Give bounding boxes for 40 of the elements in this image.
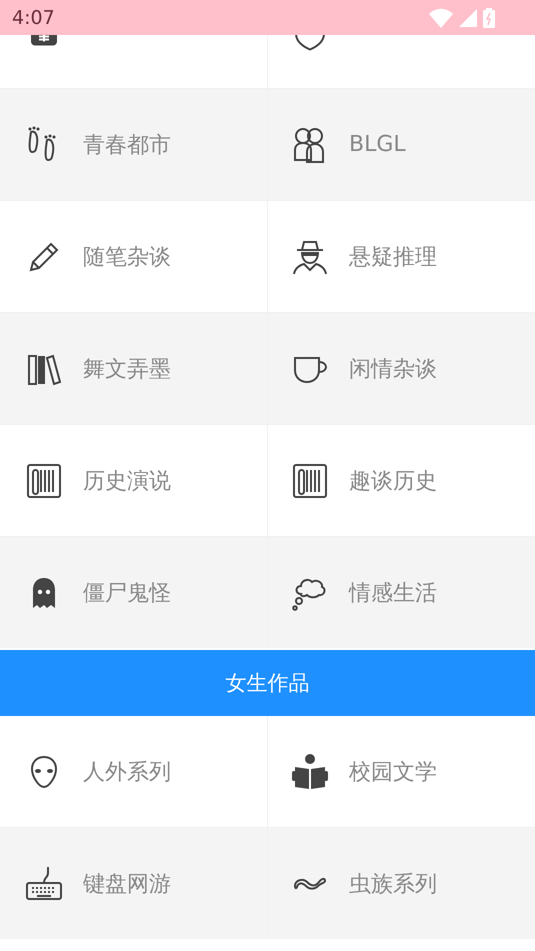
category-tile[interactable]: 虫族系列 <box>268 828 535 939</box>
category-label: 键盘网游 <box>83 870 171 898</box>
reader-icon <box>291 752 329 790</box>
category-label: 虫族系列 <box>349 870 437 898</box>
category-tile[interactable]: 键盘网游 <box>0 828 267 939</box>
category-label: 闲情杂谈 <box>349 356 437 384</box>
category-tile[interactable]: BLGL <box>268 89 535 200</box>
category-tile[interactable]: 情感生活 <box>268 537 535 648</box>
category-tile[interactable]: 历史演说 <box>0 425 267 536</box>
category-label: 随笔杂谈 <box>83 244 171 272</box>
battery-icon <box>483 8 495 28</box>
keyboard-icon <box>25 864 63 902</box>
category-tile[interactable]: 舞文弄墨 <box>0 313 267 424</box>
category-tile[interactable]: 趣谈历史 <box>268 425 535 536</box>
category-label: 悬疑推理 <box>349 244 437 272</box>
wifi-icon <box>429 8 453 28</box>
scroll-icon <box>291 462 329 500</box>
category-label: 舞文弄墨 <box>83 356 171 384</box>
category-label: 僵尸鬼怪 <box>83 580 171 608</box>
category-tile[interactable] <box>0 35 267 88</box>
category-label: BLGL <box>349 132 406 157</box>
category-tile[interactable] <box>268 35 535 88</box>
category-tile[interactable]: 人外系列 <box>0 716 267 827</box>
category-tile[interactable]: 僵尸鬼怪 <box>0 537 267 648</box>
signal-icon <box>459 8 477 26</box>
category-tile[interactable]: 校园文学 <box>268 716 535 827</box>
section-title: 女生作品 <box>226 670 310 697</box>
category-label: 历史演说 <box>83 468 171 496</box>
category-tile[interactable]: 随笔杂谈 <box>0 201 267 312</box>
category-label: 青春都市 <box>83 132 171 160</box>
category-label: 趣谈历史 <box>349 468 437 496</box>
category-tile[interactable]: 闲情杂谈 <box>268 313 535 424</box>
category-label: 校园文学 <box>349 758 437 786</box>
category-tile[interactable]: 青春都市 <box>0 89 267 200</box>
clock-time: 4:07 <box>12 6 55 28</box>
scroll-icon <box>25 462 63 500</box>
category-label: 人外系列 <box>83 758 171 786</box>
worm-icon <box>291 876 329 892</box>
category-tile[interactable]: 悬疑推理 <box>268 201 535 312</box>
category-label: 情感生活 <box>349 580 437 608</box>
